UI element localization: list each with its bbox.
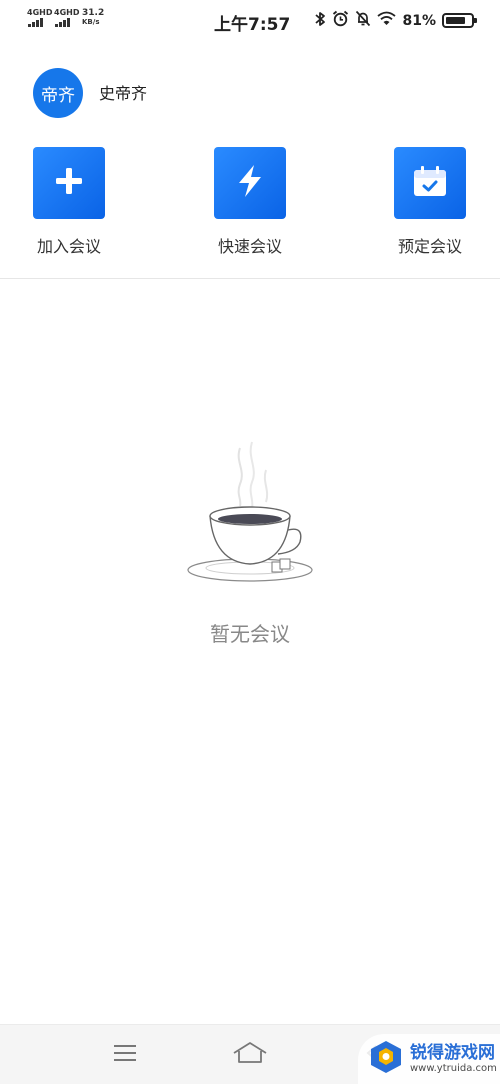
home-icon: [232, 1041, 268, 1069]
home-button[interactable]: [220, 1025, 280, 1084]
bluetooth-icon: [314, 11, 326, 31]
empty-state-text: 暂无会议: [210, 622, 290, 646]
alarm-icon: [332, 10, 349, 31]
sim1-label: 4GHD: [27, 8, 53, 17]
schedule-meeting-tile[interactable]: [394, 147, 466, 219]
schedule-meeting-button[interactable]: 预定会议: [370, 147, 490, 257]
schedule-meeting-label: 预定会议: [397, 237, 462, 256]
join-meeting-label: 加入会议: [36, 237, 101, 256]
avatar-text: 帝齐: [41, 85, 75, 106]
section-divider: [0, 278, 500, 279]
quick-meeting-tile[interactable]: [214, 147, 286, 219]
user-name[interactable]: 史帝齐: [99, 80, 147, 104]
calendar-check-icon: [413, 165, 447, 201]
mute-bell-icon: [355, 10, 371, 31]
site-watermark: 锐得游戏网 www.ytruida.com: [358, 1034, 500, 1084]
network-speed-value: 31.2: [82, 8, 105, 18]
wifi-icon: [377, 11, 397, 30]
coffee-cup-icon: [180, 440, 320, 590]
status-time: 上午7:57: [214, 15, 291, 35]
signal-strength-icon: [28, 18, 43, 27]
lightning-icon: [236, 164, 264, 202]
network-speed: 31.2 KB/s: [82, 9, 104, 27]
join-meeting-button[interactable]: 加入会议: [9, 147, 129, 257]
signal-strength-icon: [55, 18, 70, 27]
battery-icon: [442, 13, 477, 28]
status-bar: 4GHD 4GHD 31.2 KB/s 上午7:57 81%: [0, 0, 500, 40]
avatar[interactable]: 帝齐: [33, 68, 83, 118]
quick-meeting-label: 快速会议: [217, 237, 282, 256]
menu-icon: [112, 1043, 138, 1067]
quick-meeting-button[interactable]: 快速会议: [190, 147, 310, 257]
battery-percent: 81%: [402, 12, 436, 29]
menu-button[interactable]: [95, 1025, 155, 1084]
plus-icon: [54, 166, 84, 200]
sim2-label: 4GHD: [54, 8, 80, 17]
watermark-logo-icon: [368, 1039, 404, 1079]
network-speed-unit: KB/s: [82, 18, 100, 26]
watermark-name: 锐得游戏网: [410, 1042, 495, 1063]
join-meeting-tile[interactable]: [33, 147, 105, 219]
status-icons: 81%: [314, 10, 477, 31]
watermark-url: www.ytruida.com: [410, 1062, 497, 1074]
